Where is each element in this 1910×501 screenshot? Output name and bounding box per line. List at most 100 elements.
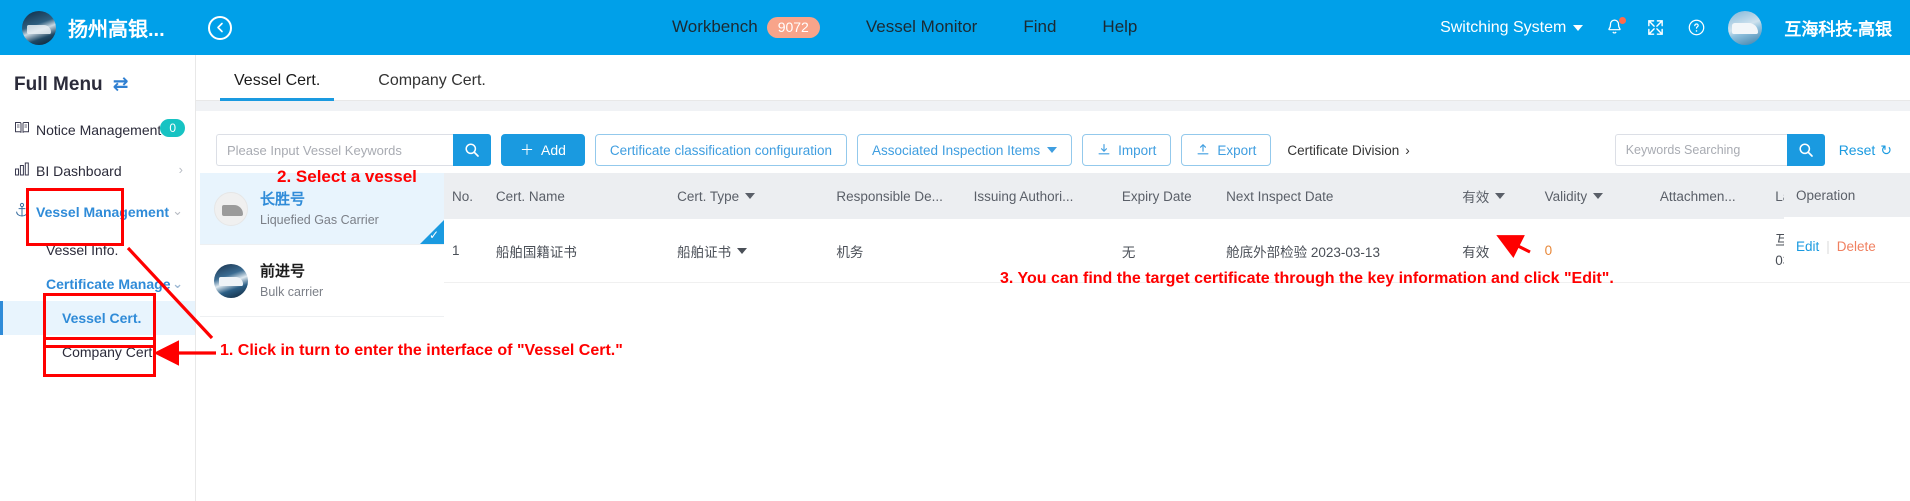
operation-cell: Edit | Delete bbox=[1784, 217, 1910, 275]
notice-count-badge: 0 bbox=[160, 119, 185, 137]
col-validity[interactable]: Validity bbox=[1536, 173, 1652, 219]
vessel-search-group bbox=[216, 134, 491, 166]
workbench-count-badge: 9072 bbox=[766, 17, 820, 38]
vessel-list: 长胜号 Liquefied Gas Carrier ✓ 前进号 Bulk car… bbox=[196, 173, 444, 493]
search-icon bbox=[465, 143, 479, 157]
export-icon bbox=[1197, 144, 1209, 155]
nav-item-help[interactable]: Help bbox=[1102, 17, 1137, 37]
export-button[interactable]: Export bbox=[1181, 134, 1272, 166]
content-panel: ＋ Add Certificate classification configu… bbox=[196, 111, 1910, 501]
cell-attachment bbox=[1651, 219, 1768, 284]
col-valid[interactable]: 有效 bbox=[1454, 173, 1537, 219]
sidebar-item-notice-management[interactable]: Notice Management 0 bbox=[0, 110, 195, 151]
cell-cert-name: 船舶国籍证书 bbox=[487, 219, 670, 284]
chevron-right-icon: › bbox=[178, 162, 183, 178]
import-icon bbox=[1098, 144, 1110, 155]
chevron-right-icon-division: › bbox=[1405, 142, 1410, 158]
sidebar-label-bi-dashboard: BI Dashboard bbox=[36, 163, 122, 180]
nav-item-workbench[interactable]: Workbench 9072 bbox=[672, 17, 820, 38]
sidebar-item-company-cert[interactable]: Company Cert. bbox=[0, 335, 195, 369]
tab-strip: Vessel Cert. Company Cert. bbox=[196, 55, 1910, 101]
user-avatar[interactable] bbox=[1728, 10, 1763, 45]
certificate-classification-configuration-button[interactable]: Certificate classification configuration bbox=[594, 134, 848, 166]
table-row[interactable]: 1 船舶国籍证书 船舶证书 机务 无 舱底外部检验 2023-03-13 有效 … bbox=[444, 219, 1910, 284]
reset-label: Reset bbox=[1838, 142, 1876, 158]
brand-title: 扬州高银... bbox=[68, 19, 165, 41]
toolbar: ＋ Add Certificate classification configu… bbox=[196, 111, 1910, 173]
col-responsible-dept: Responsible De... bbox=[828, 173, 966, 219]
vessel-type-2: Bulk carrier bbox=[260, 284, 324, 299]
sort-caret-icon-validity bbox=[1593, 193, 1604, 199]
delete-link[interactable]: Delete bbox=[1837, 239, 1876, 254]
sort-caret-icon-cert-type bbox=[745, 193, 756, 199]
swap-arrows-icon[interactable]: ⇄ bbox=[113, 73, 129, 96]
cell-responsible-dept: 机务 bbox=[828, 219, 966, 284]
vessel-item-text-2: 前进号 Bulk carrier bbox=[260, 262, 323, 299]
application-window: 扬州高银... Workbench 9072 Vessel Monitor Fi… bbox=[0, 0, 1910, 501]
vessel-list-item-selected[interactable]: 长胜号 Liquefied Gas Carrier ✓ bbox=[200, 173, 444, 245]
sidebar-item-bi-dashboard[interactable]: BI Dashboard › bbox=[0, 151, 195, 192]
sidebar-item-vessel-management[interactable]: Vessel Management ⌄ bbox=[0, 192, 195, 233]
keywords-search-input[interactable] bbox=[1614, 134, 1787, 166]
add-button[interactable]: ＋ Add bbox=[501, 134, 585, 166]
sidebar-item-vessel-info[interactable]: Vessel Info. bbox=[0, 233, 195, 267]
top-navigation-bar: 扬州高银... Workbench 9072 Vessel Monitor Fi… bbox=[0, 0, 1910, 55]
chevron-down-icon bbox=[1573, 24, 1584, 31]
switching-system-label: Switching System bbox=[1440, 18, 1567, 36]
vessel-search-button[interactable] bbox=[453, 134, 491, 166]
cell-valid-status: 有效 bbox=[1454, 219, 1537, 284]
chevron-down-icon: ⌄ bbox=[172, 203, 183, 219]
anchor-icon bbox=[14, 202, 36, 222]
col-cert-type[interactable]: Cert. Type bbox=[669, 173, 829, 219]
cell-next-inspect-date: 舱底外部检验 2023-03-13 bbox=[1218, 219, 1455, 284]
vessel-avatar-icon bbox=[214, 191, 248, 226]
full-menu-header[interactable]: Full Menu ⇄ bbox=[0, 55, 195, 110]
vessel-name-2: 前进号 bbox=[260, 263, 306, 281]
keywords-search-button[interactable] bbox=[1786, 134, 1825, 166]
search-icon-keywords bbox=[1799, 143, 1813, 157]
cell-cert-type-label: 船舶证书 bbox=[677, 244, 732, 260]
full-menu-label: Full Menu bbox=[14, 73, 103, 95]
toolbar-right-group: Reset ↻ bbox=[1614, 134, 1892, 166]
fullscreen-icon[interactable] bbox=[1646, 18, 1665, 37]
cell-issuing-authority bbox=[965, 219, 1114, 284]
bell-icon[interactable] bbox=[1605, 17, 1627, 37]
vessel-search-input[interactable] bbox=[216, 134, 453, 166]
sidebar-label-vessel-info: Vessel Info. bbox=[46, 242, 119, 259]
col-cert-name: Cert. Name bbox=[487, 173, 670, 219]
add-button-label: Add bbox=[541, 142, 566, 158]
sidebar-item-vessel-cert[interactable]: Vessel Cert. bbox=[0, 301, 195, 336]
user-name-label: 互海科技-高银 bbox=[1784, 20, 1892, 39]
nav-item-vessel-monitor[interactable]: Vessel Monitor bbox=[866, 17, 978, 37]
table-header-row: No. Cert. Name Cert. Type Responsible De… bbox=[444, 173, 1910, 219]
tab-company-cert[interactable]: Company Cert. bbox=[364, 72, 500, 100]
question-circle-icon[interactable] bbox=[1687, 18, 1706, 37]
operation-separator: | bbox=[1826, 238, 1830, 254]
sidebar-label-vessel-management: Vessel Management bbox=[36, 204, 170, 221]
chevron-down-icon-inspection bbox=[1047, 147, 1058, 153]
col-cert-type-label: Cert. Type bbox=[677, 188, 740, 204]
reset-button[interactable]: Reset ↻ bbox=[1839, 142, 1892, 159]
vessel-avatar-photo bbox=[214, 263, 248, 298]
collapse-left-icon[interactable] bbox=[208, 15, 232, 40]
col-attachment: Attachmen... bbox=[1651, 173, 1768, 219]
import-button[interactable]: Import bbox=[1082, 134, 1172, 166]
col-valid-label: 有效 bbox=[1462, 190, 1490, 205]
nav-label-workbench: Workbench bbox=[672, 17, 758, 37]
associated-inspection-items-button[interactable]: Associated Inspection Items bbox=[857, 134, 1073, 166]
vessel-list-item[interactable]: 前进号 Bulk carrier bbox=[200, 245, 444, 317]
col-no: No. bbox=[444, 173, 488, 219]
switching-system-dropdown[interactable]: Switching System bbox=[1440, 18, 1584, 37]
company-logo-avatar bbox=[22, 10, 56, 45]
sidebar: Full Menu ⇄ Notice Management 0 BI Dashb… bbox=[0, 55, 196, 501]
edit-link[interactable]: Edit bbox=[1796, 239, 1819, 254]
sidebar-item-certificate-manage[interactable]: Certificate Manage ⌄ bbox=[0, 267, 195, 301]
nav-item-find[interactable]: Find bbox=[1023, 17, 1056, 37]
keywords-search-group bbox=[1614, 134, 1825, 166]
plus-icon: ＋ bbox=[520, 142, 534, 158]
top-nav-items: Workbench 9072 Vessel Monitor Find Help bbox=[672, 17, 1137, 38]
main-content: Vessel Cert. Company Cert. ＋ Add Certifi… bbox=[196, 55, 1910, 501]
tab-vessel-cert[interactable]: Vessel Cert. bbox=[220, 72, 335, 101]
selected-check-icon: ✓ bbox=[420, 220, 444, 244]
certificate-division-button[interactable]: Certificate Division › bbox=[1287, 143, 1409, 158]
